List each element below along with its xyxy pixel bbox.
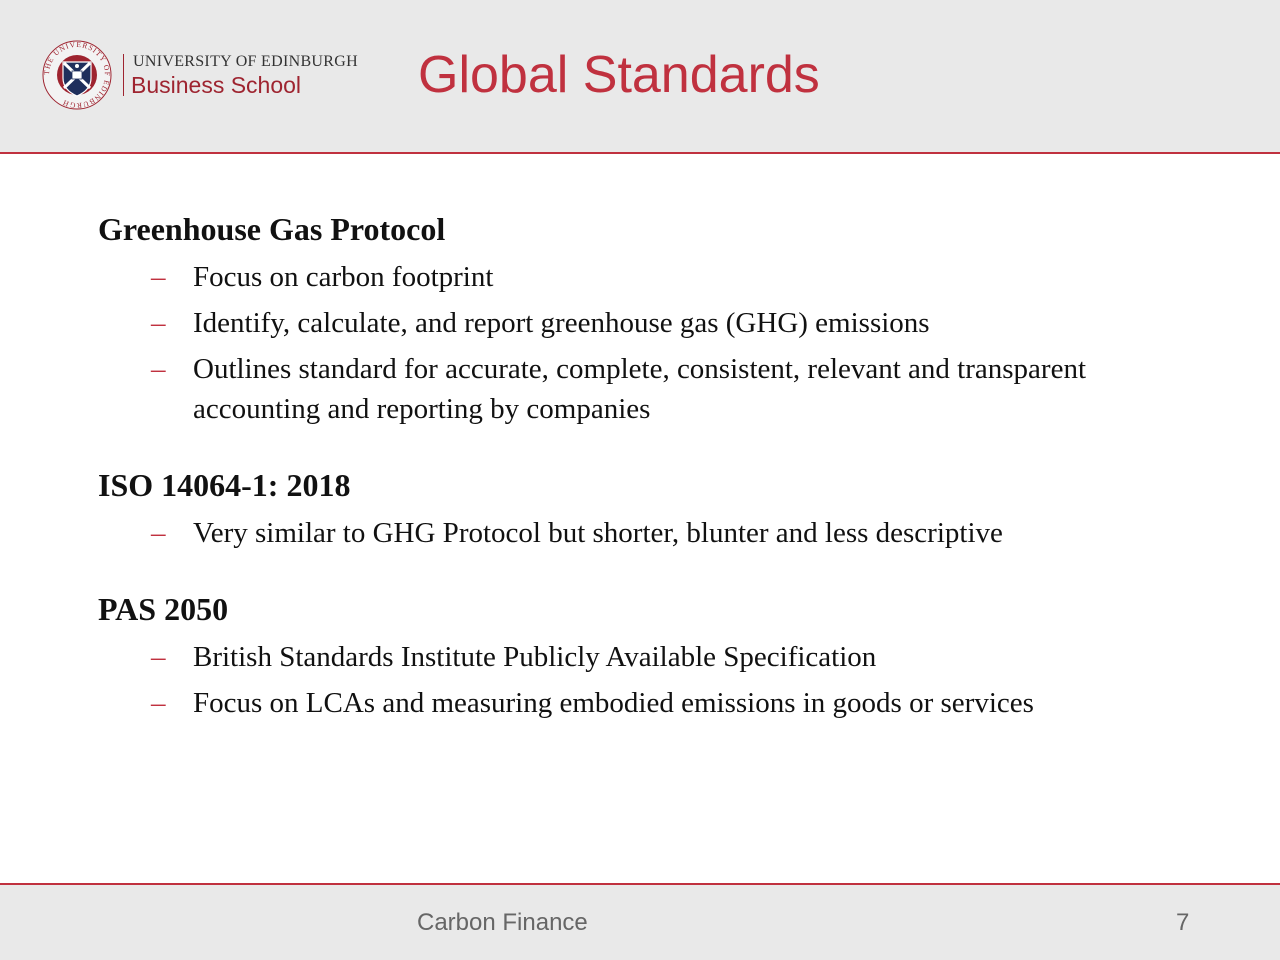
section-ghg-protocol: Greenhouse Gas Protocol – Focus on carbo… xyxy=(98,207,1218,429)
slide-title: Global Standards xyxy=(418,46,820,104)
bullet-dash: – xyxy=(151,261,166,293)
bullet-text: Focus on carbon footprint xyxy=(193,261,494,293)
section-heading: ISO 14064-1: 2018 xyxy=(98,467,351,503)
bullet-item: – Focus on carbon footprint xyxy=(98,257,1218,297)
bullet-list: – British Standards Institute Publicly A… xyxy=(98,637,1218,723)
university-crest-icon: THE UNIVERSITY OF EDINBURGH xyxy=(42,40,112,110)
bullet-dash: – xyxy=(151,517,166,549)
logo-university-name: UNIVERSITY OF EDINBURGH xyxy=(133,53,358,70)
footer-course-title: Carbon Finance xyxy=(417,909,588,936)
bullet-item: – Very similar to GHG Protocol but short… xyxy=(98,513,1218,553)
bullet-text: Outlines standard for accurate, complete… xyxy=(193,353,1087,425)
bullet-item: – Outlines standard for accurate, comple… xyxy=(98,349,1218,429)
slide-footer: Carbon Finance 7 xyxy=(0,883,1280,960)
bullet-item: – Identify, calculate, and report greenh… xyxy=(98,303,1218,343)
logo-school-name: Business School xyxy=(131,72,302,98)
bullet-text: Identify, calculate, and report greenhou… xyxy=(193,307,930,339)
page-number: 7 xyxy=(1176,909,1190,936)
bullet-text: Focus on LCAs and measuring embodied emi… xyxy=(193,687,1034,719)
bullet-dash: – xyxy=(151,687,166,719)
section-heading: Greenhouse Gas Protocol xyxy=(98,211,446,247)
bullet-item: – British Standards Institute Publicly A… xyxy=(98,637,1218,677)
slide-header: THE UNIVERSITY OF EDINBURGH UNIVERSITY O… xyxy=(0,0,1280,154)
bullet-item: – Focus on LCAs and measuring embodied e… xyxy=(98,683,1218,723)
bullet-text: Very similar to GHG Protocol but shorter… xyxy=(193,517,1003,549)
bullet-dash: – xyxy=(151,641,166,673)
university-logo: THE UNIVERSITY OF EDINBURGH UNIVERSITY O… xyxy=(42,40,382,110)
section-heading: PAS 2050 xyxy=(98,591,229,627)
section-pas-2050: PAS 2050 – British Standards Institute P… xyxy=(98,587,1218,723)
bullet-dash: – xyxy=(151,307,166,339)
logo-divider xyxy=(123,54,124,96)
bullet-dash: – xyxy=(151,353,166,385)
bullet-text: British Standards Institute Publicly Ava… xyxy=(193,641,877,673)
slide-content: Greenhouse Gas Protocol – Focus on carbo… xyxy=(98,207,1218,757)
section-iso-14064: ISO 14064-1: 2018 – Very similar to GHG … xyxy=(98,463,1218,553)
bullet-list: – Very similar to GHG Protocol but short… xyxy=(98,513,1218,553)
bullet-list: – Focus on carbon footprint – Identify, … xyxy=(98,257,1218,429)
